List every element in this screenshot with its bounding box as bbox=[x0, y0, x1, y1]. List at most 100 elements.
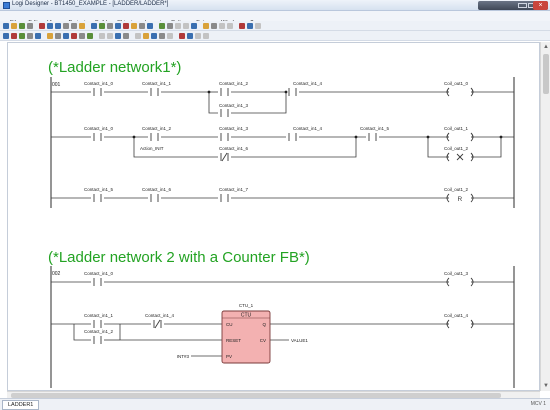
toolbar-button-icon[interactable] bbox=[219, 23, 225, 29]
toolbar-button-icon[interactable] bbox=[107, 33, 113, 39]
coil-out1-2-reset[interactable]: R bbox=[446, 193, 474, 203]
toolbar-button-icon[interactable] bbox=[123, 23, 129, 29]
contact-in1-2[interactable] bbox=[220, 88, 229, 96]
contact-in1-0-n2[interactable] bbox=[93, 278, 102, 286]
toolbar-button-icon[interactable] bbox=[19, 33, 25, 39]
toolbar-button-icon[interactable] bbox=[11, 23, 17, 29]
toolbar-button-icon[interactable] bbox=[107, 23, 113, 29]
toolbar-button-icon[interactable] bbox=[3, 33, 9, 39]
toolbar-button-icon[interactable] bbox=[19, 23, 25, 29]
toolbar-button-icon[interactable] bbox=[63, 33, 69, 39]
toolbar-button-icon[interactable] bbox=[79, 23, 85, 29]
contact-in1-2-n2[interactable] bbox=[93, 336, 102, 344]
toolbar-button-icon[interactable] bbox=[135, 33, 141, 39]
toolbar-button-icon[interactable] bbox=[255, 23, 261, 29]
coil-label: Coil_out1_2 bbox=[444, 146, 469, 151]
contact-label: Contact_in1_4 bbox=[293, 126, 323, 131]
toolbar-button-icon[interactable] bbox=[159, 23, 165, 29]
toolbar-button-icon[interactable] bbox=[27, 23, 33, 29]
toolbar-button-icon[interactable] bbox=[55, 33, 61, 39]
toolbar-button-icon[interactable] bbox=[187, 33, 193, 39]
document-tab[interactable]: LADDER1 bbox=[2, 400, 40, 410]
negated-contact-in1-6[interactable] bbox=[220, 152, 229, 162]
contact-in1-0[interactable] bbox=[93, 88, 102, 96]
toolbar-button-icon[interactable] bbox=[179, 33, 185, 39]
contact-in1-3-r2[interactable] bbox=[220, 133, 229, 141]
fb-pin-q: Q bbox=[262, 322, 266, 327]
minimize-icon[interactable] bbox=[518, 3, 527, 8]
contact-label: Contact_in1_7 bbox=[219, 187, 249, 192]
vertical-scrollbar[interactable]: ▲ ▼ bbox=[540, 42, 550, 391]
toolbar-button-icon[interactable] bbox=[143, 33, 149, 39]
toolbar-button-icon[interactable] bbox=[39, 23, 45, 29]
contact-in1-5-r2[interactable] bbox=[368, 133, 377, 141]
toolbar-button-icon[interactable] bbox=[239, 23, 245, 29]
contact-in1-1[interactable] bbox=[150, 88, 159, 96]
contact-in1-5-r4[interactable] bbox=[93, 194, 102, 202]
toolbar-button-icon[interactable] bbox=[183, 23, 189, 29]
scroll-up-icon[interactable]: ▲ bbox=[543, 44, 549, 50]
toolbar-button-icon[interactable] bbox=[27, 33, 33, 39]
toolbar-button-icon[interactable] bbox=[247, 23, 253, 29]
contact-label: Contact_in1_5 bbox=[360, 126, 390, 131]
ladder-toolbar bbox=[0, 31, 550, 41]
contact-in1-4[interactable] bbox=[288, 88, 297, 96]
toolbar-button-icon[interactable] bbox=[227, 23, 233, 29]
toolbar-button-icon[interactable] bbox=[115, 33, 121, 39]
toolbar-button-icon[interactable] bbox=[91, 23, 97, 29]
junction-dot bbox=[284, 90, 288, 94]
toolbar-button-icon[interactable] bbox=[3, 23, 9, 29]
toolbar-button-icon[interactable] bbox=[203, 33, 209, 39]
contact-in1-6-r4[interactable] bbox=[150, 194, 159, 202]
negated-contact-in1-4[interactable] bbox=[153, 319, 162, 329]
toolbar-button-icon[interactable] bbox=[99, 23, 105, 29]
toolbar-button-icon[interactable] bbox=[139, 23, 145, 29]
contact-label: Contact_in1_3 bbox=[219, 103, 249, 108]
toolbar-button-icon[interactable] bbox=[167, 23, 173, 29]
toolbar-button-icon[interactable] bbox=[35, 33, 41, 39]
contact-in1-3[interactable] bbox=[220, 109, 229, 117]
toolbar-button-icon[interactable] bbox=[79, 33, 85, 39]
toolbar-button-icon[interactable] bbox=[71, 23, 77, 29]
scroll-down-icon[interactable]: ▼ bbox=[543, 383, 549, 389]
toolbar-button-icon[interactable] bbox=[99, 33, 105, 39]
coil-out1-4[interactable] bbox=[446, 319, 474, 329]
toolbar-button-icon[interactable] bbox=[151, 33, 157, 39]
toolbar-button-icon[interactable] bbox=[203, 23, 209, 29]
toolbar-button-icon[interactable] bbox=[115, 23, 121, 29]
horizontal-scrollbar[interactable] bbox=[7, 391, 540, 398]
toolbar-button-icon[interactable] bbox=[195, 33, 201, 39]
toolbar-button-icon[interactable] bbox=[123, 33, 129, 39]
contact-in1-2-r2[interactable] bbox=[150, 133, 159, 141]
network1-comment: (*Ladder network1*) bbox=[48, 59, 181, 76]
contact-in1-0-r2[interactable] bbox=[93, 133, 102, 141]
scroll-thumb[interactable] bbox=[543, 54, 549, 94]
toolbar-button-icon[interactable] bbox=[211, 23, 217, 29]
coil-out1-0[interactable] bbox=[446, 87, 474, 97]
contact-label: Contact_in1_0 bbox=[84, 271, 114, 276]
toolbar-button-icon[interactable] bbox=[55, 23, 61, 29]
toolbar-button-icon[interactable] bbox=[131, 23, 137, 29]
toolbar-button-icon[interactable] bbox=[63, 23, 69, 29]
close-icon[interactable]: × bbox=[533, 1, 548, 10]
toolbar-button-icon[interactable] bbox=[47, 23, 53, 29]
coil-out1-1[interactable] bbox=[446, 132, 474, 142]
ladder-diagram[interactable]: (*Ladder network1*) 001 Contact_in1_0 Co… bbox=[8, 43, 540, 391]
coil-out1-3[interactable] bbox=[446, 277, 474, 287]
toolbar-button-icon[interactable] bbox=[71, 33, 77, 39]
toolbar-button-icon[interactable] bbox=[159, 33, 165, 39]
toolbar-button-icon[interactable] bbox=[11, 33, 17, 39]
status-bar: LADDER1 MCV 1 bbox=[0, 398, 550, 410]
ladder-editor[interactable]: (*Ladder network1*) 001 Contact_in1_0 Co… bbox=[7, 42, 540, 391]
toolbar-button-icon[interactable] bbox=[147, 23, 153, 29]
toolbar-button-icon[interactable] bbox=[175, 23, 181, 29]
contact-in1-7-r4[interactable] bbox=[220, 194, 229, 202]
toolbar-button-icon[interactable] bbox=[47, 33, 53, 39]
contact-in1-1-n2[interactable] bbox=[93, 320, 102, 328]
toolbar-button-icon[interactable] bbox=[87, 33, 93, 39]
coil-out1-2-set[interactable] bbox=[446, 152, 474, 162]
ctu-function-block[interactable]: CTU CU RESET PV Q CV bbox=[221, 310, 271, 364]
contact-in1-4-r2[interactable] bbox=[288, 133, 297, 141]
toolbar-button-icon[interactable] bbox=[191, 23, 197, 29]
toolbar-button-icon[interactable] bbox=[167, 33, 173, 39]
